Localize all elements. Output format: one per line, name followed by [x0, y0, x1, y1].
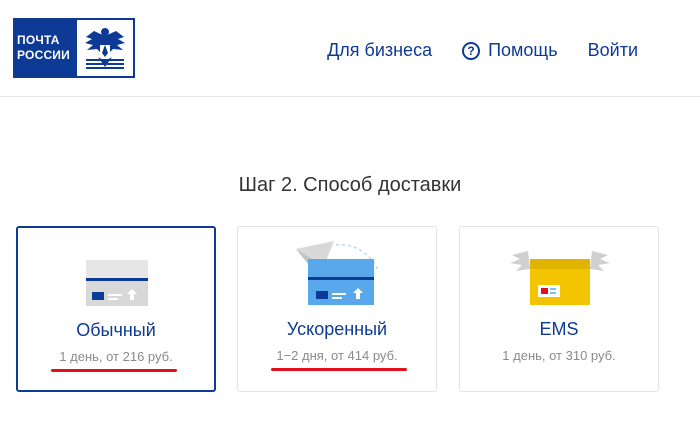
- delivery-option-standard[interactable]: Обычный 1 день, от 216 руб.: [16, 226, 216, 392]
- option-name: Ускоренный: [286, 319, 388, 339]
- option-name: Обычный: [76, 320, 156, 340]
- option-name: EMS: [539, 319, 579, 339]
- delivery-option-ems[interactable]: EMS 1 день, от 310 руб.: [459, 226, 659, 392]
- nav-help-label: Помощь: [488, 40, 558, 60]
- nav-business-label: Для бизнеса: [327, 40, 433, 60]
- option-description: 1 день, от 216 руб.: [59, 349, 173, 364]
- nav-business-link[interactable]: Для бизнеса: [327, 40, 432, 61]
- standard-parcel-icon: [18, 242, 214, 322]
- delivery-option-express[interactable]: Ускоренный 1−2 дня, от 414 руб.: [237, 226, 437, 392]
- highlight-underline: [271, 368, 407, 371]
- express-parcel-icon: [238, 241, 436, 321]
- eagle-emblem-icon: [77, 20, 133, 76]
- nav-login-label: Войти: [587, 40, 638, 60]
- nav-help-link[interactable]: ? Помощь: [462, 40, 558, 61]
- option-description: 1 день, от 310 руб.: [502, 348, 616, 363]
- highlight-underline: [51, 369, 177, 372]
- option-description: 1−2 дня, от 414 руб.: [276, 348, 398, 363]
- ems-box-icon: [460, 241, 658, 321]
- help-circle-icon: ?: [462, 41, 481, 60]
- site-header: ПОЧТА РОССИИ Для бизнеса ? Помощь Войти: [0, 0, 700, 97]
- step-title: Шаг 2. Способ доставки: [238, 174, 462, 196]
- header-nav: Для бизнеса ? Помощь Войти: [327, 40, 638, 61]
- russian-post-logo[interactable]: ПОЧТА РОССИИ: [13, 18, 135, 78]
- logo-text: ПОЧТА РОССИИ: [17, 33, 70, 62]
- nav-login-link[interactable]: Войти: [588, 40, 638, 61]
